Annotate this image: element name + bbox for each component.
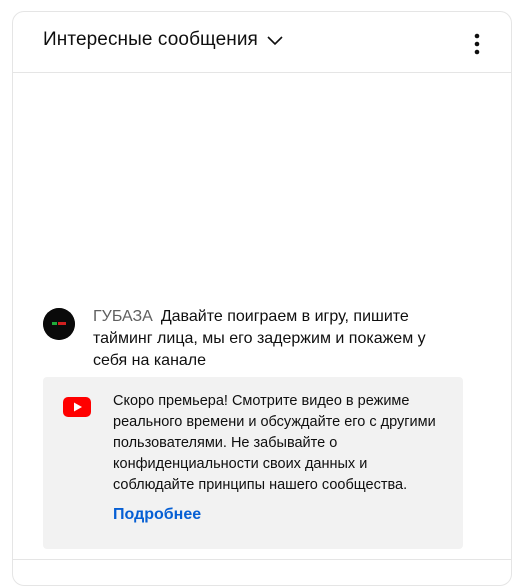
live-chat-panel: Интересные сообщения ГУБАЗА Давайте поиг… (12, 11, 512, 586)
chat-mode-dropdown[interactable]: Интересные сообщения (43, 29, 284, 51)
divider (13, 559, 511, 560)
more-vert-icon (474, 33, 480, 55)
avatar[interactable] (43, 308, 75, 340)
youtube-logo-icon (63, 397, 91, 417)
chevron-down-icon (266, 31, 284, 49)
chat-header: Интересные сообщения (13, 12, 511, 73)
message-author[interactable]: ГУБАЗА (93, 308, 153, 325)
premiere-notice: Скоро премьера! Смотрите видео в режиме … (43, 377, 463, 549)
more-options-button[interactable] (461, 28, 493, 60)
notice-text: Скоро премьера! Смотрите видео в режиме … (113, 393, 436, 493)
message-body: ГУБАЗА Давайте поиграем в игру, пишите та… (93, 306, 463, 372)
chat-mode-label: Интересные сообщения (43, 29, 258, 50)
learn-more-link[interactable]: Подробнее (113, 506, 201, 524)
